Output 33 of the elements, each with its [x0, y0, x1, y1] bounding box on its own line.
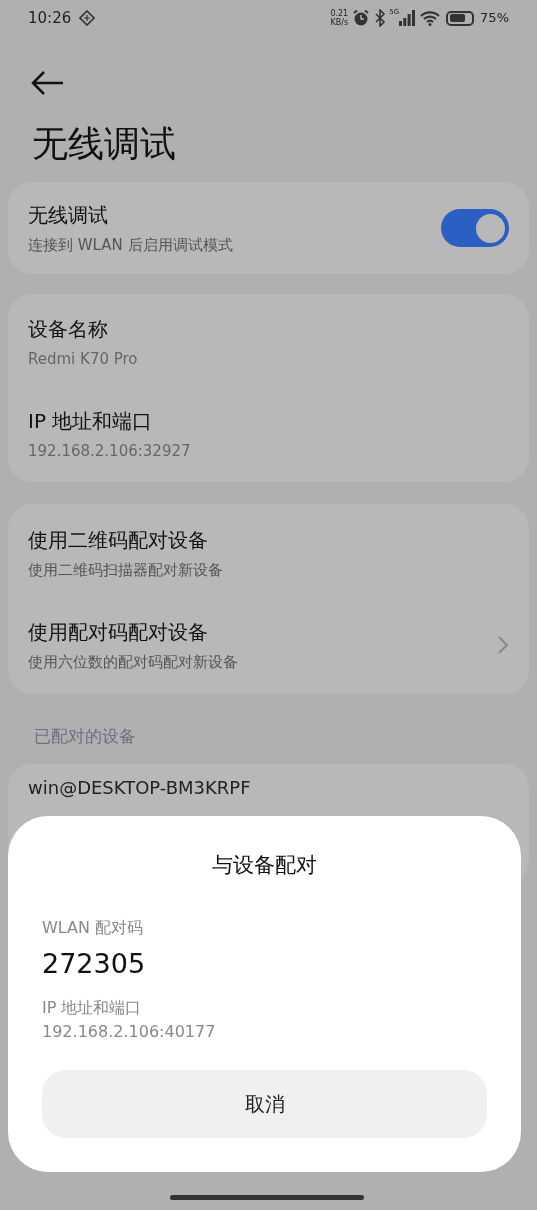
setting-subtitle: Redmi K70 Pro	[28, 348, 139, 370]
battery-icon	[446, 10, 475, 26]
net-speed-value: 0.21	[330, 9, 349, 18]
diamond-icon	[79, 10, 96, 26]
setting-subtitle: 192.168.2.106:32927	[28, 440, 192, 462]
setting-subtitle: 使用二维码扫描器配对新设备	[28, 559, 224, 581]
section-label: 已配对的设备	[34, 725, 137, 748]
setting-title: 设备名称	[28, 315, 109, 343]
dialog-title: 与设备配对	[211, 852, 318, 879]
ip-address: 192.168.2.106:40177	[42, 1021, 217, 1043]
toggle-thumb	[476, 213, 505, 243]
signal-icon	[399, 10, 416, 26]
net-speed-unit: KB/s	[330, 18, 349, 27]
status-time: 10:26	[28, 7, 72, 29]
setting-title: 使用配对码配对设备	[28, 618, 209, 646]
cancel-button[interactable]: 取消	[42, 1070, 487, 1138]
setting-title: IP 地址和端口	[28, 407, 154, 435]
device-name[interactable]: win@DESKTOP-BM3KRPF	[28, 773, 509, 801]
setting-title: 使用二维码配对设备	[28, 526, 209, 554]
battery-percent: 75%	[480, 9, 509, 28]
back-arrow-icon[interactable]	[30, 70, 64, 96]
wifi-icon	[420, 10, 441, 26]
pairing-code: 272305	[42, 946, 147, 981]
setting-subtitle: 使用六位数的配对码配对新设备	[28, 651, 239, 673]
setting-subtitle: 连接到 WLAN 后启用调试模式	[28, 234, 234, 256]
bluetooth-icon	[373, 9, 388, 27]
alarm-icon	[352, 9, 371, 27]
page-title: 无线调试	[32, 122, 177, 166]
setting-title: 无线调试	[28, 201, 109, 229]
toggle-switch[interactable]	[441, 209, 509, 247]
ip-label: IP 地址和端口	[42, 997, 143, 1019]
code-label: WLAN 配对码	[42, 916, 145, 939]
chevron-right-icon	[497, 635, 509, 655]
